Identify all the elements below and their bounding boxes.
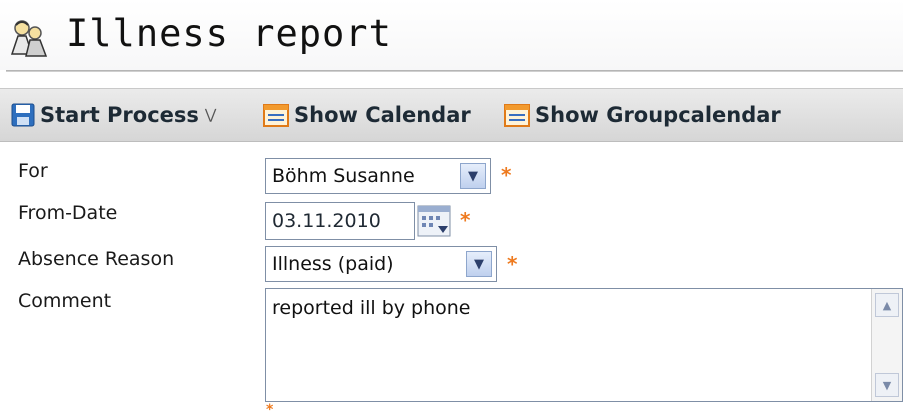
chevron-down-icon[interactable]: ▼	[460, 163, 486, 189]
page-header: Illness report	[0, 0, 903, 70]
show-calendar-label: Show Calendar	[294, 103, 471, 127]
show-calendar-button[interactable]: Show Calendar	[262, 89, 471, 141]
header-divider	[6, 70, 903, 72]
chevron-down-icon[interactable]: ⋁	[205, 107, 216, 123]
absence-reason-select[interactable]: Illness (paid) ▼	[265, 246, 497, 282]
required-marker: *	[501, 163, 512, 187]
for-select[interactable]: Böhm Susanne ▼	[265, 158, 491, 194]
required-marker: *	[266, 402, 274, 418]
people-icon	[10, 20, 48, 57]
from-date-input[interactable]: 03.11.2010	[265, 202, 415, 240]
absence-reason-value: Illness (paid)	[272, 253, 394, 275]
comment-scrollbar[interactable]: ▲ ▼	[871, 289, 902, 401]
calendar-icon	[504, 104, 530, 127]
for-label: For	[18, 160, 48, 182]
from-date-value: 03.11.2010	[272, 210, 381, 232]
scroll-down-icon[interactable]: ▼	[875, 373, 899, 397]
required-marker: *	[460, 208, 471, 232]
for-select-value: Böhm Susanne	[272, 165, 415, 187]
comment-textarea[interactable]: reported ill by phone ▲ ▼	[265, 288, 903, 402]
from-date-label: From-Date	[18, 202, 118, 224]
date-picker-icon[interactable]	[416, 204, 452, 238]
start-process-button[interactable]: Start Process ⋁	[10, 89, 216, 141]
required-marker: *	[507, 252, 518, 276]
chevron-down-icon[interactable]: ▼	[466, 251, 492, 277]
scroll-up-icon[interactable]: ▲	[875, 293, 899, 317]
page-title: Illness report	[66, 12, 392, 55]
save-icon	[11, 103, 35, 127]
toolbar: Start Process ⋁ Show Calendar Show Group…	[0, 88, 903, 142]
calendar-icon	[263, 104, 289, 127]
show-groupcalendar-button[interactable]: Show Groupcalendar	[503, 89, 781, 141]
comment-value: reported ill by phone	[272, 297, 471, 319]
absence-reason-label: Absence Reason	[18, 248, 175, 270]
show-groupcalendar-label: Show Groupcalendar	[535, 103, 781, 127]
start-process-label: Start Process	[40, 103, 199, 127]
comment-label: Comment	[18, 290, 112, 312]
